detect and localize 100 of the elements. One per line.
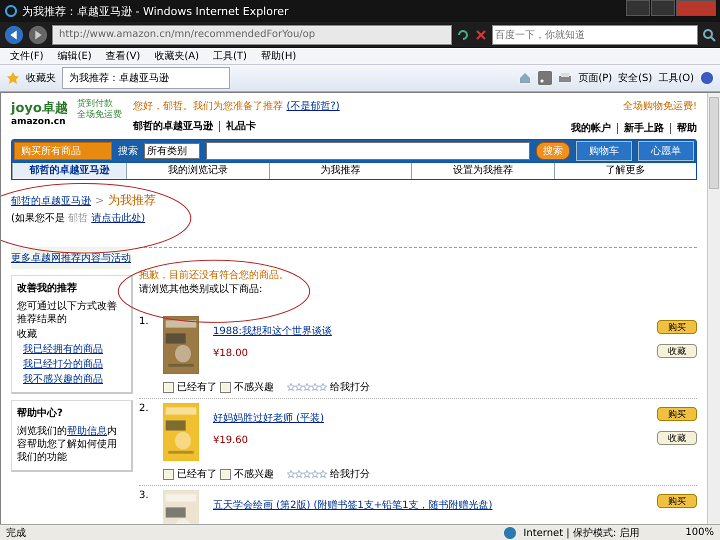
address-field[interactable]: http://www.amazon.cn/mn/recommendedForYou/op — [52, 25, 452, 45]
nav-tab[interactable]: 我的浏览记录 — [126, 163, 269, 179]
security-zone: Internet | 保护模式: 启用 — [523, 526, 640, 540]
greeting: 您好，郁哲。我们为您准备了推荐 — [133, 101, 283, 112]
buy-button[interactable]: 购买 — [657, 494, 697, 508]
gift-card-link[interactable]: 礼品卡 — [219, 121, 256, 132]
maximize-button[interactable] — [651, 0, 675, 16]
nav-tab[interactable]: 了解更多 — [554, 163, 696, 179]
menu-item[interactable]: 工具(T) — [213, 49, 247, 63]
not-me-link[interactable]: (不是郁哲?) — [286, 101, 340, 112]
menu-item[interactable]: 文件(F) — [10, 49, 44, 63]
site-logo[interactable]: joyo卓越 — [11, 99, 71, 117]
page-heading: 为我推荐 — [108, 192, 156, 209]
star-icon[interactable] — [311, 470, 319, 478]
item-number: 2. — [139, 403, 150, 416]
product-price: ¥18.00 — [213, 348, 249, 359]
status-text: 完成 — [6, 526, 26, 540]
back-icon[interactable] — [4, 25, 24, 45]
checkbox-label: 不感兴趣 — [234, 468, 274, 481]
slogan: 货到付款 — [77, 99, 113, 110]
star-icon[interactable] — [311, 383, 319, 391]
help-text: 浏览我们的帮助信息内容帮助您了解如何使用我们的功能 — [17, 425, 118, 464]
zoom-level[interactable]: 100% — [685, 527, 714, 538]
feed-icon[interactable] — [538, 71, 552, 85]
refresh-icon[interactable] — [456, 28, 470, 42]
warning-text: 抱歉，目前还没有符合您的商品。 — [139, 268, 289, 282]
scrollbar[interactable] — [707, 93, 720, 524]
star-icon[interactable] — [303, 383, 311, 391]
account-link[interactable]: 新手上路 — [617, 123, 664, 134]
buy-button[interactable]: 购买 — [657, 407, 697, 421]
checkbox[interactable] — [220, 468, 231, 480]
star-icon[interactable] — [303, 470, 311, 478]
help-link[interactable]: 帮助信息 — [67, 426, 107, 437]
printer-icon[interactable] — [558, 71, 572, 85]
account-link[interactable]: 我的帐户 — [571, 123, 611, 134]
search-label: 搜索 — [118, 144, 138, 158]
nav-tab[interactable]: 设置为我推荐 — [411, 163, 554, 179]
star-icon[interactable] — [295, 383, 303, 391]
panel-title: 帮助中心? — [17, 407, 64, 420]
star-icon[interactable] — [319, 383, 327, 391]
checkbox-label: 不感兴趣 — [234, 380, 274, 394]
rate-label: 给我打分 — [330, 380, 370, 394]
rate-label: 给我打分 — [330, 468, 370, 481]
favorites-button[interactable]: 收藏夹 — [26, 71, 56, 85]
wishlist-add-button[interactable]: 收藏 — [657, 344, 697, 358]
command-button[interactable]: 工具(O) — [658, 71, 694, 85]
star-icon[interactable] — [287, 383, 295, 391]
product-price: ¥19.60 — [213, 435, 249, 446]
breadcrumb-link[interactable]: 郁哲的卓越亚马逊 — [11, 194, 91, 208]
item-number: 3. — [139, 490, 150, 503]
star-icon[interactable] — [295, 470, 303, 478]
star-icon[interactable] — [287, 470, 295, 478]
minimize-button[interactable] — [626, 0, 650, 16]
item-number: 1. — [139, 316, 150, 329]
forward-icon[interactable] — [28, 25, 48, 45]
search-icon[interactable] — [702, 28, 716, 42]
panel-title: 改善我的推荐 — [17, 282, 78, 295]
checkbox[interactable] — [220, 382, 231, 392]
star-icon[interactable] — [319, 470, 327, 478]
product-title-link[interactable]: 1988:我想和这个世界谈谈 — [213, 324, 643, 338]
window-title: 为我推荐：卓越亚马逊 - Windows Internet Explorer — [22, 4, 290, 18]
more-recommendations-link[interactable]: 更多卓越网推荐内容与活动 — [11, 247, 131, 269]
menu-item[interactable]: 收藏夹(A) — [154, 49, 199, 63]
menu-item[interactable]: 帮助(H) — [260, 49, 296, 63]
checkbox-label: 已经有了 — [177, 468, 217, 481]
close-icon[interactable] — [474, 28, 488, 42]
menu-item[interactable]: 编辑(E) — [58, 49, 92, 63]
improve-link[interactable]: 我不感兴趣的商品 — [17, 373, 103, 386]
command-button[interactable]: 安全(S) — [618, 71, 652, 85]
search-field[interactable]: 百度一下，你就知道 — [492, 25, 698, 45]
account-link[interactable]: 帮助 — [670, 123, 697, 134]
promo-text: 全场购物免运费! — [622, 100, 697, 113]
product-title-link[interactable]: 五天学会绘画 (第2版) (附赠书签1支+铅笔1支，随书附赠光盘) — [213, 498, 643, 512]
slogan: 全场免运费 — [77, 110, 122, 121]
buy-button[interactable]: 购买 — [657, 320, 697, 334]
nav-tab[interactable]: 郁哲的卓越亚马逊 — [12, 163, 126, 179]
breadcrumb-separator: > — [95, 194, 104, 207]
product-title-link[interactable]: 好妈妈胜过好老师 (平装) — [213, 411, 643, 425]
checkbox-label: 已经有了 — [177, 381, 217, 394]
not-you-text: (如果您不是 — [11, 213, 65, 224]
category-dropdown[interactable]: 所有类别 — [144, 143, 200, 159]
sign-out-link[interactable]: 请点击此处) — [91, 213, 146, 224]
browser-tab[interactable]: 为我推荐：卓越亚马逊 — [62, 67, 230, 89]
checkbox[interactable] — [163, 382, 174, 392]
hint-text: 请浏览其他类别或以下商品: — [139, 282, 264, 296]
star-icon[interactable] — [6, 71, 20, 85]
search-input[interactable] — [206, 142, 530, 160]
improve-link[interactable]: 我已经打分的商品 — [17, 358, 103, 371]
nav-tab[interactable]: 为我推荐 — [268, 163, 412, 179]
improve-link[interactable]: 我已经拥有的商品 — [17, 343, 103, 356]
wishlist-add-button[interactable]: 收藏 — [657, 431, 697, 445]
home-icon[interactable] — [518, 71, 532, 85]
wishlist-button[interactable]: 心愿单 — [638, 141, 694, 161]
panel-text: 您可通过以下方式改善推荐结果的 — [17, 300, 118, 326]
logo-subtitle: amazon.cn — [11, 117, 67, 127]
store-link[interactable]: 郁哲的卓越亚马逊 — [133, 121, 213, 132]
cart-button[interactable]: 购物车 — [576, 141, 632, 161]
menu-item[interactable]: 查看(V) — [106, 49, 140, 63]
command-button[interactable]: 页面(P) — [578, 71, 612, 85]
checkbox[interactable] — [163, 468, 174, 480]
